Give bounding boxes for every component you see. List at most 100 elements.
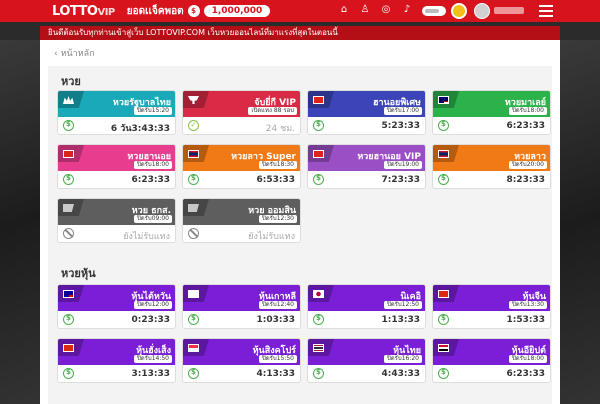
laos-flag-icon xyxy=(188,150,199,158)
help-icon[interactable]: ◎ xyxy=(380,4,392,16)
coin-clock-icon xyxy=(63,368,74,379)
card-countdown: 8:23:33 xyxy=(506,175,545,185)
card-footer: 7:23:33 xyxy=(308,171,425,188)
lotto-card[interactable]: หวย ออมสิน ปิดรับ12:30 ยังไม่รับแทง xyxy=(182,198,301,243)
card-header: หุ้นเกาหลี ปิดรับ12:40 xyxy=(183,285,300,311)
card-footer: 6 วัน3:43:33 xyxy=(58,117,175,134)
sound-toggle[interactable] xyxy=(422,6,446,16)
card-header: หุ้นสิงคโปร์ ปิดรับ15:50 xyxy=(183,339,300,365)
card-footer: ยังไม่รับแทง xyxy=(58,225,175,242)
lotto-card[interactable]: หุ้นอียิปต์ปิดรับ18:00 6:23:33 xyxy=(432,338,551,383)
avatar[interactable] xyxy=(474,3,490,19)
coin-clock-icon xyxy=(63,174,74,185)
card-countdown: ยังไม่รับแทง xyxy=(123,232,170,242)
card-close-time: ปิดรับ18:30 xyxy=(258,161,297,169)
home-icon[interactable]: ⌂ xyxy=(338,4,350,16)
card-footer: 4:43:33 xyxy=(308,365,425,382)
card-countdown: 3:13:33 xyxy=(131,369,170,379)
username-blurred[interactable] xyxy=(494,7,524,14)
lotto-card[interactable]: หวยรัฐบาลไทยปิดรับ15:20 6 วัน3:43:33 xyxy=(57,90,176,135)
lotto-card[interactable]: หุ้นสิงคโปร์ปิดรับ15:50 4:13:33 xyxy=(182,338,301,383)
coin-clock-icon xyxy=(313,120,324,131)
vietnam-flag-icon xyxy=(313,96,324,104)
coin-clock-icon xyxy=(313,314,324,325)
lotto-card[interactable]: หุ้นเกาหลีปิดรับ12:40 1:03:33 xyxy=(182,284,301,329)
logo[interactable]: LOTTOVIP xyxy=(52,4,115,19)
card-footer: 3:13:33 xyxy=(58,365,175,382)
lotto-card[interactable]: หวยมาเลย์ปิดรับ18:00 6:23:33 xyxy=(432,90,551,135)
card-header: หวยรัฐบาลไทย ปิดรับ15:20 xyxy=(58,91,175,117)
card-countdown: 7:23:33 xyxy=(381,175,420,185)
korea-flag-icon xyxy=(188,290,199,298)
card-header: หุ้นฮั่งเส็ง ปิดรับ14:50 xyxy=(58,339,175,365)
card-footer: ✓ 24 ชม. xyxy=(183,117,300,134)
lotto-card[interactable]: หวยลาวปิดรับ20:00 8:23:33 xyxy=(432,144,551,189)
japan-flag-icon xyxy=(313,290,324,298)
card-footer: 6:23:33 xyxy=(433,117,550,134)
card-close-time: ปิดรับ12:50 xyxy=(383,301,422,309)
card-countdown: 6:23:33 xyxy=(506,121,545,131)
coin-icon: $ xyxy=(187,5,200,17)
coin-clock-icon xyxy=(438,120,449,131)
card-footer: ยังไม่รับแทง xyxy=(183,225,300,242)
coin-clock-icon xyxy=(63,120,74,131)
card-countdown: 6:23:33 xyxy=(506,369,545,379)
card-footer: 6:53:33 xyxy=(183,171,300,188)
card-header: หวยฮานอย VIP ปิดรับ19:00 xyxy=(308,145,425,171)
card-header: หุ้นจีน ปิดรับ13:30 xyxy=(433,285,550,311)
card-close-time: ปิดรับ16:20 xyxy=(383,355,422,363)
lotto-card[interactable]: หวยฮานอย VIPปิดรับ19:00 7:23:33 xyxy=(307,144,426,189)
card-countdown: 0:23:33 xyxy=(131,315,170,325)
card-header: นิเคอิ ปิดรับ12:50 xyxy=(308,285,425,311)
card-header: หวยฮานอย ปิดรับ18:00 xyxy=(58,145,175,171)
coin-clock-icon xyxy=(188,314,199,325)
coin-clock-icon xyxy=(438,314,449,325)
china-flag-icon xyxy=(438,290,449,298)
lotto-card[interactable]: จับยี่กี VIP เปิดแทง 88 รอบ ✓ 24 ชม. xyxy=(182,90,301,135)
card-header: หุ้นไต้หวัน ปิดรับ12:00 xyxy=(58,285,175,311)
hamburger-menu-icon[interactable] xyxy=(539,5,553,17)
card-close-time: ปิดรับ17:00 xyxy=(383,107,422,115)
vietnam-flag-icon xyxy=(313,150,324,158)
lotto-card[interactable]: หวยลาว Superปิดรับ18:30 6:53:33 xyxy=(182,144,301,189)
lotto-card[interactable]: หวยฮานอยปิดรับ18:00 6:23:33 xyxy=(57,144,176,189)
bell-icon[interactable]: ♪ xyxy=(401,4,413,16)
malaysia-flag-icon xyxy=(438,96,449,104)
card-header: ฮานอยพิเศษ ปิดรับ17:00 xyxy=(308,91,425,117)
card-footer: 5:23:33 xyxy=(308,117,425,134)
background-right xyxy=(560,40,600,404)
laos-flag-icon xyxy=(438,150,449,158)
card-close-time: ปิดรับ19:00 xyxy=(383,161,422,169)
card-header: หวยมาเลย์ ปิดรับ18:00 xyxy=(433,91,550,117)
card-header: หุ้นอียิปต์ ปิดรับ18:00 xyxy=(433,339,550,365)
card-footer: 1:03:33 xyxy=(183,311,300,328)
lotto-card[interactable]: หุ้นฮั่งเส็งปิดรับ14:50 3:13:33 xyxy=(57,338,176,383)
card-countdown: 5:23:33 xyxy=(381,121,420,131)
lotto-card[interactable]: นิเคอิปิดรับ12:50 1:13:33 xyxy=(307,284,426,329)
card-countdown: 4:13:33 xyxy=(256,369,295,379)
card-close-time: ปิดรับ12:40 xyxy=(258,301,297,309)
card-countdown: 1:53:33 xyxy=(506,315,545,325)
back-link[interactable]: ‹ หน้าหลัก xyxy=(54,46,95,60)
lotto-card[interactable]: หุ้นไต้หวันปิดรับ12:00 0:23:33 xyxy=(57,284,176,329)
chevron-left-icon: ‹ xyxy=(54,49,58,59)
announcement-marquee: ยินดีต้อนรับทุกท่านเข้าสู่เว็บ LOTTOVIP.… xyxy=(40,26,560,40)
background-left xyxy=(0,40,40,404)
vietnam-flag-icon xyxy=(63,150,74,158)
card-footer: 6:23:33 xyxy=(433,365,550,382)
card-close-time: ปิดรับ18:00 xyxy=(133,161,172,169)
singapore-flag-icon xyxy=(188,344,199,352)
card-close-time: ปิดรับ15:50 xyxy=(258,355,297,363)
user-reward-icon[interactable]: ♙ xyxy=(359,4,371,16)
lotto-card[interactable]: หวย ธกส. ปิดรับ09:00 ยังไม่รับแทง xyxy=(57,198,176,243)
jackpot-value: 1,000,000 xyxy=(203,5,271,17)
lotto-card[interactable]: ฮานอยพิเศษปิดรับ17:00 5:23:33 xyxy=(307,90,426,135)
card-countdown: ยังไม่รับแทง xyxy=(248,232,295,242)
lotto-card[interactable]: หุ้นจีนปิดรับ13:30 1:53:33 xyxy=(432,284,551,329)
card-header: หวยลาว Super ปิดรับ18:30 xyxy=(183,145,300,171)
rank-badge-icon[interactable] xyxy=(451,3,467,19)
coin-clock-icon xyxy=(188,368,199,379)
card-close-time: ปิดรับ13:30 xyxy=(508,301,547,309)
lotto-card[interactable]: หุ้นไทยปิดรับ16:20 4:43:33 xyxy=(307,338,426,383)
card-footer: 1:53:33 xyxy=(433,311,550,328)
